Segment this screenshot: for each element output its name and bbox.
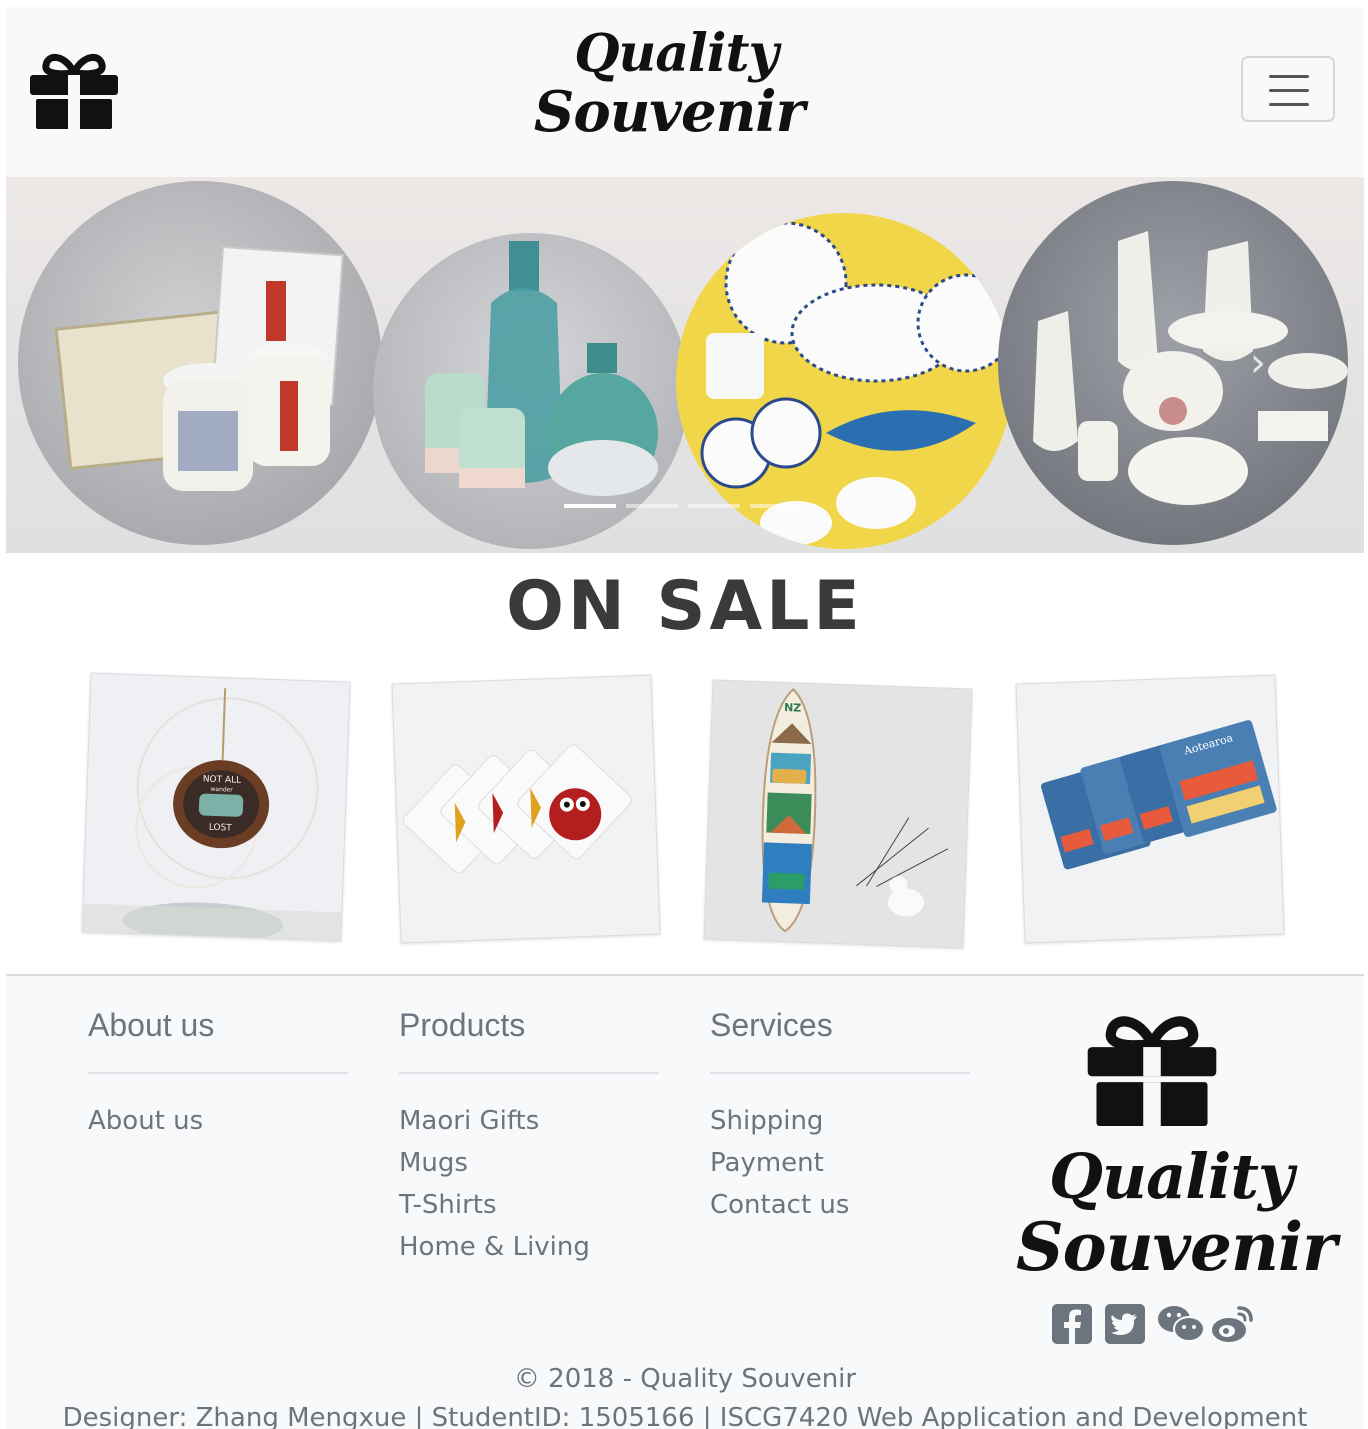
footer-heading-about: About us bbox=[88, 1007, 215, 1043]
carousel-indicator-1[interactable] bbox=[564, 504, 616, 508]
navbar-toggler-button[interactable] bbox=[1241, 56, 1335, 122]
footer-brand-line-2: Souvenir bbox=[1016, 1208, 1337, 1286]
aotearoa-coasters-illustration: Aotearoa bbox=[1041, 720, 1277, 870]
footer-heading-rule bbox=[710, 1072, 970, 1074]
sale-item-coasters-aotearoa[interactable]: Aotearoa bbox=[1015, 674, 1285, 944]
footer-link-about-us[interactable]: About us bbox=[88, 1100, 348, 1142]
ornament-illustration: NOT ALL wander LOST bbox=[82, 688, 342, 942]
sale-item-coasters-maori[interactable] bbox=[391, 674, 661, 944]
lighthouse-ceramics-illustration bbox=[54, 245, 344, 491]
ornament-text-top: NOT ALL bbox=[203, 775, 242, 786]
footer-link-home-living[interactable]: Home & Living bbox=[399, 1226, 659, 1268]
footer-column-services: Services Shipping Payment Contact us bbox=[710, 1004, 970, 1226]
brand-line-1: Quality bbox=[574, 23, 779, 84]
wechat-icon[interactable] bbox=[1158, 1304, 1206, 1344]
hamburger-icon-bar bbox=[1269, 103, 1309, 106]
facebook-icon[interactable] bbox=[1052, 1304, 1092, 1344]
footer-column-about: About us About us bbox=[88, 1004, 348, 1142]
carousel-image-lighthouse-ceramics bbox=[18, 181, 382, 545]
footer-link-payment[interactable]: Payment bbox=[710, 1142, 970, 1184]
footer-heading-rule bbox=[399, 1072, 659, 1074]
carousel-indicator-3[interactable] bbox=[688, 504, 740, 508]
glass-vases-illustration bbox=[425, 241, 658, 496]
carousel-next-button[interactable]: › bbox=[1250, 343, 1278, 383]
footer-heading-services: Services bbox=[710, 1007, 833, 1043]
footer: About us About us Products Maori Gifts M… bbox=[6, 976, 1364, 1429]
brand-line-2: Souvenir bbox=[533, 79, 805, 145]
brand-logo[interactable]: Quality Souvenir bbox=[534, 23, 806, 142]
ornament-text-mid: wander bbox=[210, 786, 233, 794]
footer-link-mugs[interactable]: Mugs bbox=[399, 1142, 659, 1184]
sale-item-ornament[interactable]: NOT ALL wander LOST bbox=[81, 672, 351, 942]
gift-icon[interactable] bbox=[30, 51, 118, 129]
ornament-text-bottom: LOST bbox=[209, 823, 233, 834]
sale-heading: ON SALE bbox=[506, 567, 864, 646]
carousel-indicator-2[interactable] bbox=[626, 504, 678, 508]
hamburger-icon bbox=[1269, 75, 1309, 78]
hero-carousel[interactable]: › bbox=[6, 177, 1364, 553]
footer-heading-products: Products bbox=[399, 1007, 526, 1043]
gift-icon bbox=[1087, 1016, 1217, 1126]
navbar: Quality Souvenir bbox=[6, 7, 1364, 177]
carousel-indicator-4[interactable] bbox=[750, 504, 802, 508]
copyright-text: © 2018 - Quality Souvenir bbox=[513, 1364, 857, 1394]
designer-credit: Designer: Zhang Mengxue | StudentID: 150… bbox=[62, 1403, 1308, 1429]
footer-link-maori-gifts[interactable]: Maori Gifts bbox=[399, 1100, 659, 1142]
sale-item-surfboard[interactable]: NZ bbox=[703, 679, 973, 949]
footer-brand-line-1: Quality bbox=[1048, 1140, 1294, 1213]
carousel-image-glass-vases bbox=[373, 233, 689, 549]
twitter-icon[interactable] bbox=[1105, 1304, 1146, 1344]
carousel-image-fish-dinnerware bbox=[676, 213, 1012, 549]
surfboard-illustration: NZ bbox=[704, 680, 972, 948]
social-links bbox=[1052, 1304, 1259, 1344]
footer-link-shipping[interactable]: Shipping bbox=[710, 1100, 970, 1142]
maori-coasters-illustration bbox=[402, 744, 633, 874]
footer-brand-logo: Quality Souvenir bbox=[1016, 1140, 1337, 1283]
fish-dinnerware-illustration bbox=[700, 221, 1012, 545]
white-ceramics-illustration bbox=[1033, 231, 1348, 505]
footer-column-products: Products Maori Gifts Mugs T-Shirts Home … bbox=[399, 1004, 659, 1268]
hamburger-icon-bar bbox=[1269, 89, 1309, 92]
carousel-image-white-ceramics bbox=[998, 181, 1348, 545]
chevron-right-icon: › bbox=[1250, 340, 1266, 386]
footer-link-contact-us[interactable]: Contact us bbox=[710, 1184, 970, 1226]
surfboard-text: NZ bbox=[784, 701, 802, 715]
footer-heading-rule bbox=[88, 1072, 348, 1074]
footer-link-t-shirts[interactable]: T-Shirts bbox=[399, 1184, 659, 1226]
weibo-icon[interactable] bbox=[1211, 1304, 1254, 1344]
page: Quality Souvenir › ON SALE NOT ALL wande… bbox=[6, 7, 1364, 1429]
carousel-indicators bbox=[564, 504, 804, 508]
